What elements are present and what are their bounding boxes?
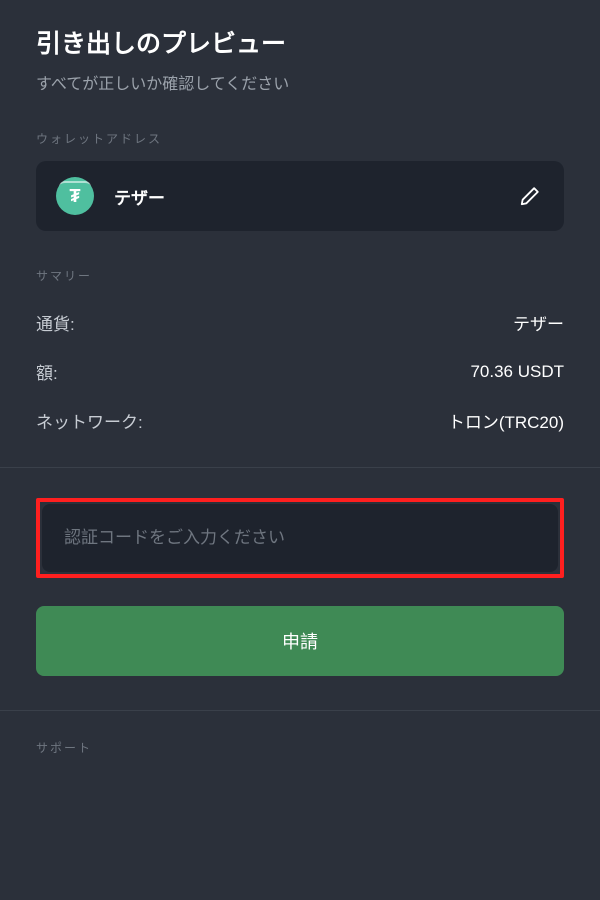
- wallet-section-label: ウォレットアドレス: [36, 130, 564, 147]
- auth-code-input[interactable]: [42, 504, 558, 572]
- summary-section-label: サマリー: [36, 267, 564, 284]
- page-title: 引き出しのプレビュー: [36, 0, 564, 60]
- wallet-token-name: テザー: [114, 184, 165, 209]
- summary-row-value: テザー: [513, 310, 564, 335]
- summary-row-network: ネットワーク: トロン(TRC20): [36, 396, 564, 445]
- tether-glyph: ₮: [70, 186, 81, 207]
- edit-wallet-button[interactable]: [516, 182, 544, 210]
- page-subtitle: すべてが正しいか確認してください: [36, 70, 564, 94]
- summary-row-value: 70.36 USDT: [470, 362, 564, 382]
- submit-button[interactable]: 申請: [36, 606, 564, 676]
- divider: [0, 710, 600, 711]
- auth-input-highlight: [36, 498, 564, 578]
- summary-row-label: 通貨:: [36, 310, 75, 335]
- summary-row-label: ネットワーク:: [36, 408, 143, 433]
- summary-row-amount: 額: 70.36 USDT: [36, 347, 564, 396]
- summary-row-currency: 通貨: テザー: [36, 298, 564, 347]
- tether-icon: ₮: [56, 177, 94, 215]
- summary-row-value: トロン(TRC20): [448, 408, 564, 433]
- divider: [0, 467, 600, 468]
- wallet-address-row[interactable]: ₮ テザー: [36, 161, 564, 231]
- pencil-icon: [519, 185, 541, 207]
- summary-row-label: 額:: [36, 359, 58, 384]
- support-section-label: サポート: [36, 739, 564, 756]
